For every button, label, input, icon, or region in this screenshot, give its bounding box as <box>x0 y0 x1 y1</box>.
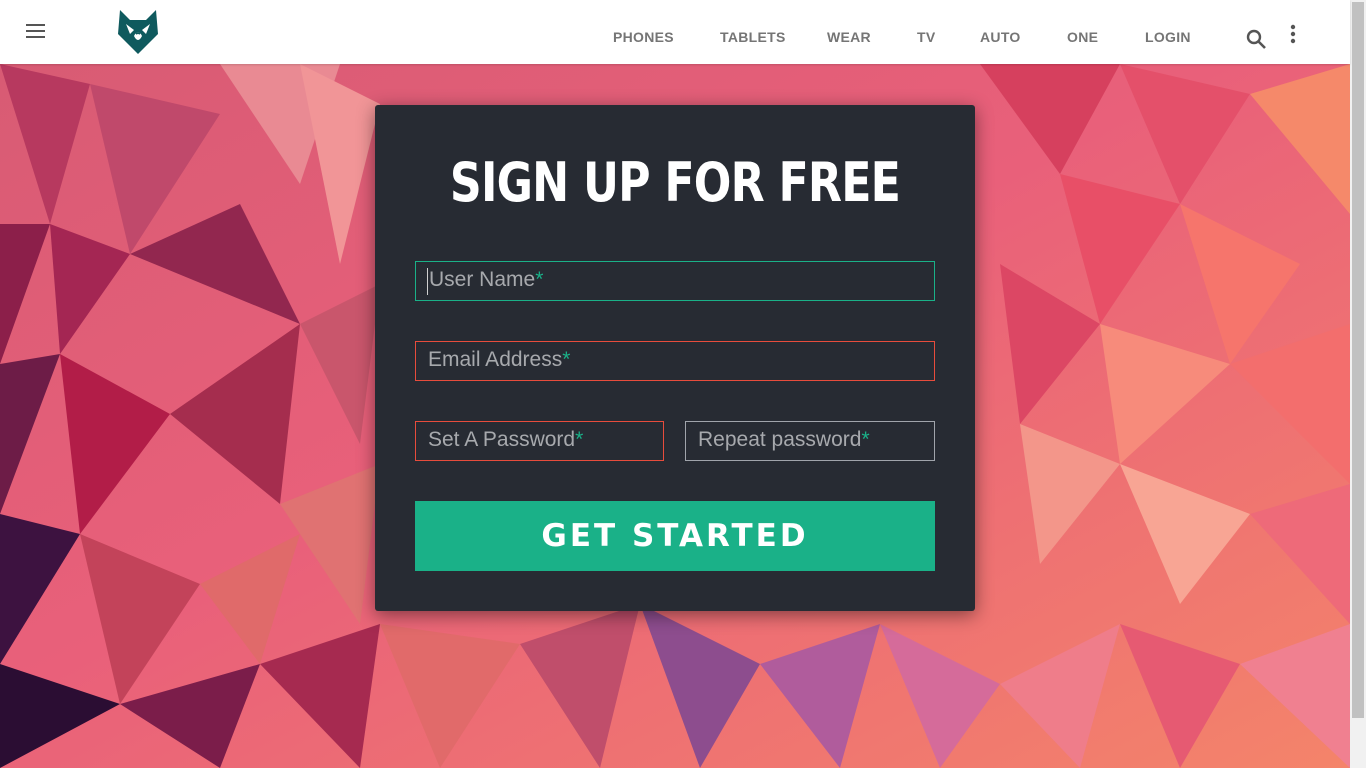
text-caret <box>427 268 428 295</box>
nav-item-phones[interactable]: PHONES <box>613 29 674 45</box>
required-marker: * <box>562 348 571 371</box>
signup-title: SIGN UP FOR FREE <box>449 151 901 214</box>
required-marker: * <box>861 428 870 451</box>
required-marker: * <box>535 268 544 291</box>
username-field[interactable]: User Name* <box>415 261 935 301</box>
email-placeholder: Email Address <box>428 348 563 371</box>
repeat-password-placeholder: Repeat password <box>698 428 862 451</box>
nav-item-auto[interactable]: AUTO <box>980 29 1021 45</box>
nav-item-tablets[interactable]: TABLETS <box>720 29 786 45</box>
get-started-button[interactable]: GET STARTED <box>415 501 935 571</box>
required-marker: * <box>575 428 584 451</box>
nav-item-one[interactable]: ONE <box>1067 29 1098 45</box>
nav-item-wear[interactable]: WEAR <box>827 29 871 45</box>
page-scrollbar[interactable] <box>1350 0 1366 768</box>
signup-card: SIGN UP FOR FREE User Name* Email Addres… <box>375 105 975 611</box>
top-navigation-bar: PHONES TABLETS WEAR TV AUTO ONE LOGIN <box>0 0 1350 64</box>
wolf-logo-icon[interactable] <box>116 8 160 56</box>
username-placeholder: User Name <box>429 268 536 291</box>
email-field[interactable]: Email Address* <box>415 341 935 381</box>
hamburger-menu-icon[interactable] <box>22 20 50 46</box>
search-icon[interactable] <box>1245 28 1267 50</box>
nav-item-login[interactable]: LOGIN <box>1145 29 1191 45</box>
scrollbar-thumb[interactable] <box>1352 2 1364 718</box>
repeat-password-field[interactable]: Repeat password* <box>685 421 935 461</box>
more-vertical-icon[interactable] <box>1285 24 1301 46</box>
nav-item-tv[interactable]: TV <box>917 29 936 45</box>
password-placeholder: Set A Password <box>428 428 576 451</box>
password-field[interactable]: Set A Password* <box>415 421 664 461</box>
